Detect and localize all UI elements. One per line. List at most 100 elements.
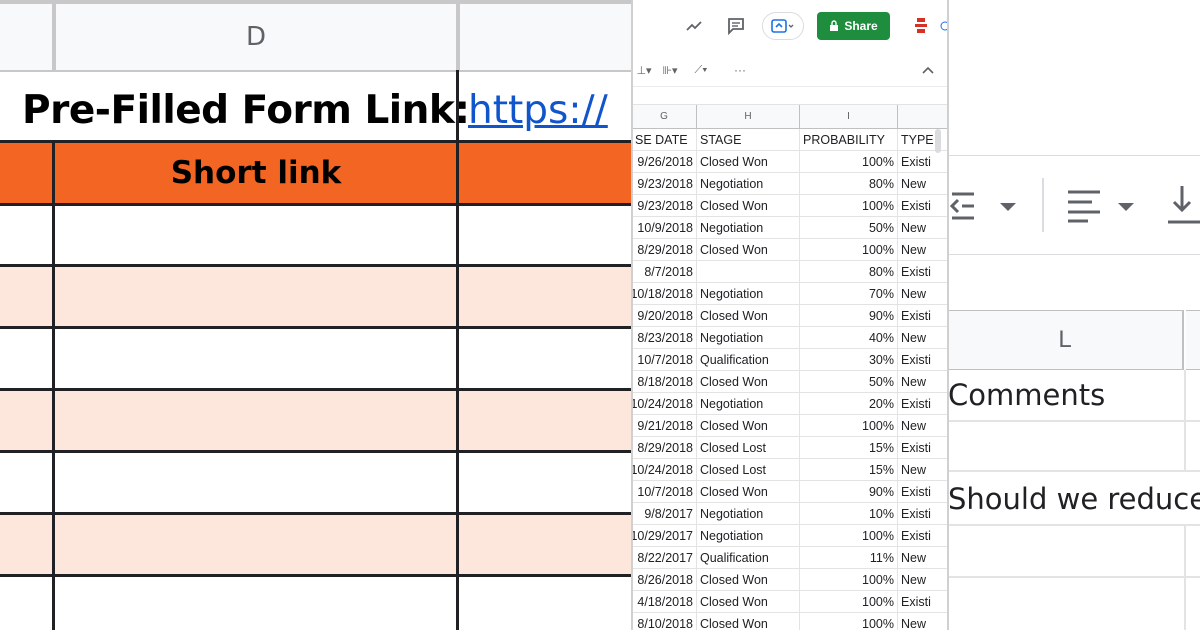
comment-cell[interactable]: Should we reduce [948, 482, 1200, 516]
text-rotate-icon[interactable]: ⟋▾ [688, 61, 714, 79]
short-link-header[interactable]: Short link [56, 143, 456, 203]
cell-probability[interactable]: 100% [800, 151, 898, 173]
cell-probability[interactable]: 15% [800, 459, 898, 481]
cell-type[interactable]: New [898, 327, 948, 349]
cell-probability[interactable]: 40% [800, 327, 898, 349]
cell-type[interactable]: Existi [898, 305, 948, 327]
cell-type[interactable]: Existi [898, 437, 948, 459]
cell-close-date[interactable]: 8/29/2018 [632, 239, 697, 261]
cell-stage[interactable]: Closed Won [697, 415, 800, 437]
cell-probability[interactable]: 100% [800, 239, 898, 261]
cell-probability[interactable]: 10% [800, 503, 898, 525]
cell-stage[interactable]: Closed Lost [697, 459, 800, 481]
cell-stage[interactable]: Negotiation [697, 525, 800, 547]
align-left-icon[interactable] [1064, 186, 1144, 226]
cell-close-date[interactable]: 10/24/2018 [632, 393, 697, 415]
cell-stage[interactable]: Closed Lost [697, 437, 800, 459]
comments-header-cell[interactable]: Comments [948, 378, 1105, 412]
cell-probability[interactable]: 100% [800, 195, 898, 217]
cell-type[interactable]: Existi [898, 481, 948, 503]
cell-stage[interactable]: Negotiation [697, 283, 800, 305]
cell-close-date[interactable]: 9/26/2018 [632, 151, 697, 173]
cell-probability[interactable]: 80% [800, 261, 898, 283]
cell-close-date[interactable]: 10/7/2018 [632, 349, 697, 371]
column-header-g[interactable]: G [632, 105, 697, 129]
cell-stage[interactable]: Negotiation [697, 503, 800, 525]
cell-close-date[interactable]: 8/7/2018 [632, 261, 697, 283]
cell-close-date[interactable]: 10/18/2018 [632, 283, 697, 305]
cell-type[interactable]: Existi [898, 525, 948, 547]
cell-stage[interactable]: Negotiation [697, 327, 800, 349]
indent-icon[interactable] [948, 186, 1028, 226]
vertical-align-bottom-icon[interactable] [1166, 184, 1200, 228]
cell-stage[interactable]: Negotiation [697, 393, 800, 415]
form-link-label[interactable]: Pre-Filled Form Link: [22, 80, 470, 140]
cell-type[interactable]: New [898, 371, 948, 393]
text-wrap-icon[interactable]: ⊪▾ [658, 61, 682, 79]
cell-stage[interactable]: Qualification [697, 547, 800, 569]
cell-type[interactable]: New [898, 613, 948, 630]
more-icon[interactable]: ··· [730, 61, 750, 79]
form-link-url[interactable]: https:// [468, 80, 608, 140]
cell-close-date[interactable]: 10/24/2018 [632, 459, 697, 481]
cell-stage[interactable]: Qualification [697, 349, 800, 371]
cell-stage[interactable]: Negotiation [697, 173, 800, 195]
cell-stage[interactable]: Negotiation [697, 217, 800, 239]
cell-probability[interactable]: 90% [800, 481, 898, 503]
cell-close-date[interactable]: 8/29/2018 [632, 437, 697, 459]
cell-type[interactable]: Existi [898, 349, 948, 371]
cell-close-date[interactable]: 8/22/2017 [632, 547, 697, 569]
collapse-toolbar-icon[interactable] [918, 61, 938, 79]
cell-type[interactable]: Existi [898, 591, 948, 613]
column-header-c[interactable] [0, 4, 52, 70]
present-button[interactable] [762, 12, 804, 40]
vertical-scrollbar[interactable] [935, 129, 941, 153]
column-header-j[interactable] [898, 105, 948, 129]
cell-type[interactable]: New [898, 173, 948, 195]
header-cell-stage[interactable]: STAGE [697, 129, 800, 151]
cell-probability[interactable]: 50% [800, 371, 898, 393]
cell-stage[interactable]: Closed Won [697, 151, 800, 173]
vertical-align-icon[interactable]: ⊥▾ [634, 61, 654, 79]
cell-probability[interactable]: 30% [800, 349, 898, 371]
cell-stage[interactable]: Closed Won [697, 239, 800, 261]
cell-type[interactable]: New [898, 415, 948, 437]
cell-probability[interactable]: 80% [800, 173, 898, 195]
cell-probability[interactable]: 50% [800, 217, 898, 239]
cell-type[interactable]: New [898, 217, 948, 239]
cell-type[interactable]: New [898, 239, 948, 261]
header-cell-close-date[interactable]: SE DATE [632, 129, 697, 151]
cell-close-date[interactable]: 8/23/2018 [632, 327, 697, 349]
cell-type[interactable]: Existi [898, 503, 948, 525]
cell-stage[interactable]: Closed Won [697, 195, 800, 217]
cell-stage[interactable] [697, 261, 800, 283]
cell-close-date[interactable]: 4/18/2018 [632, 591, 697, 613]
cell-type[interactable]: Existi [898, 393, 948, 415]
column-header-e[interactable] [460, 4, 632, 70]
column-header-m[interactable] [1186, 310, 1200, 370]
cell-close-date[interactable]: 9/23/2018 [632, 195, 697, 217]
cell-type[interactable]: New [898, 283, 948, 305]
cell-stage[interactable]: Closed Won [697, 481, 800, 503]
column-header-i[interactable]: I [800, 105, 898, 129]
explore-trend-icon[interactable] [682, 14, 706, 38]
cell-probability[interactable]: 11% [800, 547, 898, 569]
cell-close-date[interactable]: 8/18/2018 [632, 371, 697, 393]
cell-close-date[interactable]: 8/10/2018 [632, 613, 697, 630]
cell-type[interactable]: Existi [898, 151, 948, 173]
cell-type[interactable]: New [898, 547, 948, 569]
cell-close-date[interactable]: 8/26/2018 [632, 569, 697, 591]
cell-type[interactable]: Existi [898, 195, 948, 217]
cell-stage[interactable]: Closed Won [697, 305, 800, 327]
header-cell-probability[interactable]: PROBABILITY [800, 129, 898, 151]
cell-probability[interactable]: 100% [800, 569, 898, 591]
cell-probability[interactable]: 70% [800, 283, 898, 305]
cell-stage[interactable]: Closed Won [697, 371, 800, 393]
cell-stage[interactable]: Closed Won [697, 591, 800, 613]
cell-probability[interactable]: 90% [800, 305, 898, 327]
addon-icon[interactable] [910, 14, 932, 38]
cell-probability[interactable]: 100% [800, 525, 898, 547]
cell-probability[interactable]: 20% [800, 393, 898, 415]
column-header-d[interactable]: D [56, 4, 456, 70]
cell-close-date[interactable]: 10/7/2018 [632, 481, 697, 503]
